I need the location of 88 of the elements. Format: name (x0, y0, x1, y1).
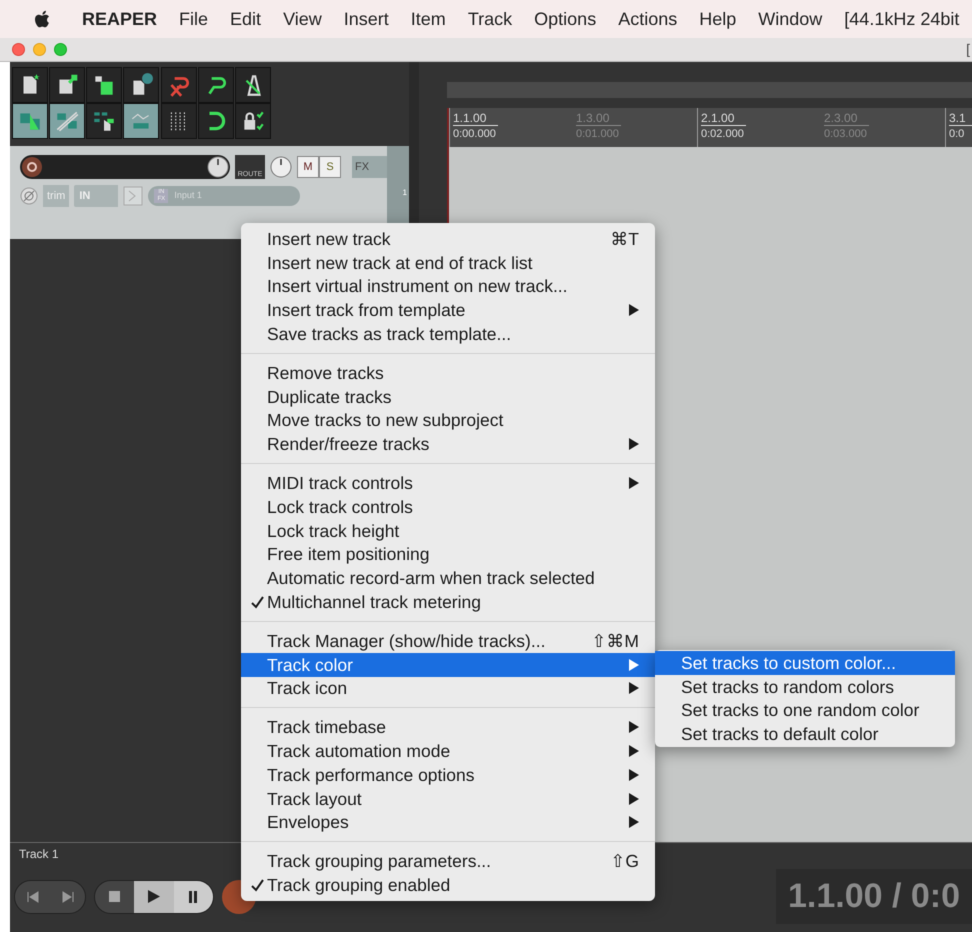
pan-knob-icon[interactable] (270, 156, 292, 178)
skip-back-icon (26, 890, 38, 902)
context-menu-item[interactable]: Render/freeze tracks (241, 432, 655, 456)
menu-item[interactable]: Edit (230, 6, 262, 32)
play-button[interactable] (134, 880, 174, 912)
shortcut-label: ⇧⌘M (591, 630, 639, 653)
context-menu-item[interactable]: Track timebase (241, 715, 655, 740)
submenu-item[interactable]: Set tracks to random colors (655, 674, 955, 699)
context-menu-item[interactable]: Insert new track ⌘T (241, 227, 655, 251)
context-menu-item[interactable]: Track performance options (241, 762, 655, 787)
context-menu-item[interactable]: Free item positioning (241, 542, 655, 566)
context-menu-item[interactable]: Track grouping enabled (241, 873, 655, 897)
time-label: 0:03.000 (824, 127, 868, 142)
stop-icon (109, 891, 120, 902)
context-menu-item[interactable]: Track color (241, 652, 655, 677)
apple-icon[interactable] (34, 10, 50, 28)
menu-item[interactable]: File (179, 6, 208, 32)
input-label: Input 1 (174, 189, 202, 202)
time-label: 0:00.000 (453, 127, 497, 142)
submenu-item[interactable]: Set tracks to default color (655, 722, 955, 746)
bar-label: 1.3.00 (576, 111, 622, 126)
shortcut-label: ⇧G (610, 850, 639, 874)
context-menu-item[interactable]: Track automation mode (241, 739, 655, 763)
skip-forward-icon (62, 890, 74, 902)
context-menu-item[interactable]: Save tracks as track template... (241, 322, 655, 346)
bar-label: 3.1 (949, 111, 972, 126)
volume-knob-icon[interactable] (207, 156, 229, 178)
time-label: 0:02.000 (701, 127, 745, 142)
menu-item[interactable]: Actions (618, 6, 678, 32)
context-menu-item[interactable]: Insert new track at end of track list (241, 250, 655, 275)
new-file-icon[interactable] (12, 67, 48, 103)
context-menu-item[interactable]: Lock track height (241, 518, 655, 543)
context-menu-item[interactable]: Automatic record-arm when track selected (241, 566, 655, 590)
app-menu[interactable]: REAPER (82, 6, 158, 32)
window-title: [ (966, 40, 971, 59)
close-button[interactable] (12, 43, 25, 56)
track-label: Track 1 (19, 846, 59, 863)
context-menu-item[interactable]: Duplicate tracks (241, 384, 655, 409)
crossed-blocks-icon[interactable] (49, 103, 86, 139)
menu-item[interactable]: Track (468, 6, 512, 32)
menu-item[interactable]: Options (534, 6, 596, 32)
phase-icon[interactable] (20, 187, 38, 205)
time-label: 0:01.000 (576, 127, 620, 142)
context-menu-item[interactable]: Track Manager (show/hide tracks)... ⇧⌘M (241, 628, 655, 653)
context-menu-item[interactable]: Track icon (241, 676, 655, 700)
dotted-grid-icon[interactable] (160, 103, 197, 139)
menu-item[interactable]: Window (758, 6, 822, 32)
menu-item[interactable]: Insert (344, 6, 389, 32)
context-menu-item[interactable]: Track grouping parameters... ⇧G (241, 849, 655, 874)
context-menu-item[interactable]: Insert track from template (241, 298, 655, 322)
context-menu-item[interactable]: Move tracks to new subproject (241, 408, 655, 432)
bar-label: 2.1.00 (701, 111, 746, 126)
fx-button[interactable]: FX (352, 156, 387, 178)
bar-label: 2.3.00 (824, 111, 870, 126)
menu-item[interactable]: Item (410, 6, 446, 32)
record-arm-icon[interactable] (22, 157, 42, 177)
undo-cross-icon[interactable] (160, 67, 197, 103)
play-icon (148, 890, 160, 903)
time-display: 1.1.00 / 0:0 (776, 869, 972, 924)
menu-item[interactable]: View (283, 6, 322, 32)
track-name-field[interactable] (20, 155, 230, 179)
menu-item[interactable]: [44.1kHz 24bit (844, 6, 960, 32)
context-menu-item[interactable]: Envelopes (241, 810, 655, 834)
context-menu-item[interactable]: Insert virtual instrument on new track... (241, 274, 655, 298)
check-icon (251, 878, 264, 892)
check-icon (251, 596, 264, 609)
info-file-icon[interactable] (123, 67, 160, 103)
magnet-icon[interactable] (198, 103, 234, 139)
mute-button[interactable]: M (297, 156, 319, 178)
track-number: 1 (402, 186, 407, 198)
lock-checks-icon[interactable] (234, 103, 271, 139)
context-menu-item[interactable]: Multichannel track metering (241, 590, 655, 614)
pointer-grid-icon[interactable] (86, 103, 122, 139)
submenu-item[interactable]: Set tracks to custom color... (655, 651, 955, 675)
context-menu-item[interactable]: Lock track controls (241, 494, 655, 519)
bar-label: 1.1.00 (453, 111, 498, 126)
solo-button[interactable]: S (319, 156, 341, 178)
context-menu-item[interactable]: Remove tracks (241, 360, 655, 385)
context-menu-item[interactable]: Track layout (241, 786, 655, 811)
blocks-icon[interactable] (12, 103, 48, 139)
submenu-item[interactable]: Set tracks to one random color (655, 698, 955, 722)
time-label: 0:0 (949, 127, 966, 142)
shortcut-label: ⌘T (610, 228, 639, 251)
menu-item[interactable]: Help (699, 6, 736, 32)
pause-icon (188, 890, 198, 902)
pause-button[interactable] (174, 880, 213, 912)
context-menu-item[interactable]: MIDI track controls (241, 471, 655, 495)
metronome-icon[interactable] (234, 67, 271, 103)
